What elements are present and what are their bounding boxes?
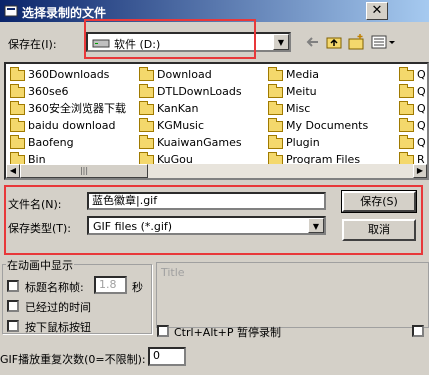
title-frame-checkbox[interactable] [7,280,19,292]
look-in-label: 保存在(I): [8,38,57,51]
repeat-label: GIF播放重复次数(0=不限制): [0,353,146,366]
folder-icon [268,84,283,98]
folder-icon [399,67,414,81]
elapsed-time-checkbox[interactable] [7,300,19,312]
file-column-4: Q Q Q Q Q R [397,66,426,168]
extra-checkbox[interactable] [412,325,424,337]
scroll-right-icon[interactable]: ▶ [413,164,427,178]
folder-item[interactable]: DTLDownLoads [137,83,242,100]
close-button[interactable]: ✕ [366,2,388,20]
folder-item[interactable]: 360安全浏览器下载 [8,100,126,117]
pause-hotkey-label: Ctrl+Alt+P 暂停录制 [174,326,282,339]
title-frame-label: 标题名称帧: [25,281,84,294]
folder-name: Q [417,85,426,98]
folder-item[interactable]: Q [397,134,426,151]
repeat-input[interactable]: 0 [148,347,186,366]
title-area[interactable]: Title [156,262,429,328]
folder-item[interactable]: 360se6 [8,83,126,100]
folder-item[interactable]: Q [397,83,426,100]
folder-name: Q [417,136,426,149]
folder-icon [139,135,154,149]
title-frame-input[interactable]: 1.8 [94,276,127,294]
folder-item[interactable]: Plugin [266,134,368,151]
folder-icon [268,101,283,115]
folder-name: My Documents [286,119,369,132]
folder-name: 360se6 [28,85,69,98]
folder-item[interactable]: Media [266,66,368,83]
folder-name: 360安全浏览器下载 [28,102,126,115]
folder-item[interactable]: 360Downloads [8,66,126,83]
file-column-2: Download DTLDownLoads KanKan KGMusic Kua… [137,66,242,168]
animation-group-label: 在动画中显示 [6,257,74,273]
folder-icon [10,101,25,115]
folder-item[interactable]: Q [397,66,426,83]
folder-name: Download [157,68,212,81]
folder-icon [268,135,283,149]
folder-item[interactable]: Download [137,66,242,83]
folder-name: KuaiwanGames [157,136,242,149]
folder-item[interactable]: Misc [266,100,368,117]
folder-item[interactable]: Meitu [266,83,368,100]
folder-icon [139,67,154,81]
file-list[interactable]: 360Downloads 360se6 360安全浏览器下载 baidu dow… [4,62,429,180]
title-placeholder: Title [161,266,185,279]
folder-icon [139,84,154,98]
folder-name: KanKan [157,102,199,115]
folder-icon [10,118,25,132]
folder-item[interactable]: Q [397,100,426,117]
mouse-button-checkbox[interactable] [7,320,19,332]
folder-name: Baofeng [28,136,74,149]
folder-name: Q [417,102,426,115]
file-column-1: 360Downloads 360se6 360安全浏览器下载 baidu dow… [8,66,126,168]
view-menu-icon[interactable] [370,33,396,51]
new-folder-icon[interactable] [347,33,365,51]
folder-name: 360Downloads [28,68,110,81]
folder-name: baidu download [28,119,116,132]
folder-name: DTLDownLoads [157,85,242,98]
folder-item[interactable]: baidu download [8,117,126,134]
highlight-box-filename [4,185,423,255]
folder-name: Misc [286,102,311,115]
mouse-button-label: 按下鼠标按钮 [25,321,91,334]
folder-item[interactable]: Q [397,117,426,134]
folder-icon [399,118,414,132]
folder-item[interactable]: Baofeng [8,134,126,151]
pause-hotkey-checkbox[interactable] [157,325,169,337]
folder-icon [399,135,414,149]
scroll-left-icon[interactable]: ◀ [6,164,20,178]
elapsed-time-label: 已经过的时间 [25,301,91,314]
close-icon: ✕ [371,3,383,18]
folder-item[interactable]: My Documents [266,117,368,134]
folder-icon [10,84,25,98]
folder-name: Media [286,68,320,81]
folder-icon [399,101,414,115]
folder-item[interactable]: KanKan [137,100,242,117]
up-folder-icon[interactable] [325,33,343,51]
back-arrow-icon[interactable] [304,33,322,51]
horizontal-scrollbar[interactable]: ◀ ||| ▶ [6,164,427,178]
folder-icon [10,67,25,81]
folder-item[interactable]: KuaiwanGames [137,134,242,151]
folder-name: KGMusic [157,119,205,132]
folder-item[interactable]: KGMusic [137,117,242,134]
folder-icon [139,118,154,132]
folder-icon [10,135,25,149]
folder-name: Q [417,68,426,81]
file-column-3: Media Meitu Misc My Documents Plugin Pro… [266,66,368,168]
folder-icon [139,101,154,115]
folder-icon [268,118,283,132]
folder-icon [399,84,414,98]
app-icon [4,5,18,17]
seconds-unit: 秒 [132,281,143,294]
scroll-thumb[interactable]: ||| [20,164,148,178]
highlight-box-location [84,19,256,59]
folder-name: Plugin [286,136,320,149]
folder-name: Meitu [286,85,317,98]
chevron-down-icon[interactable]: ▼ [273,34,289,50]
folder-icon [268,67,283,81]
folder-name: Q [417,119,426,132]
